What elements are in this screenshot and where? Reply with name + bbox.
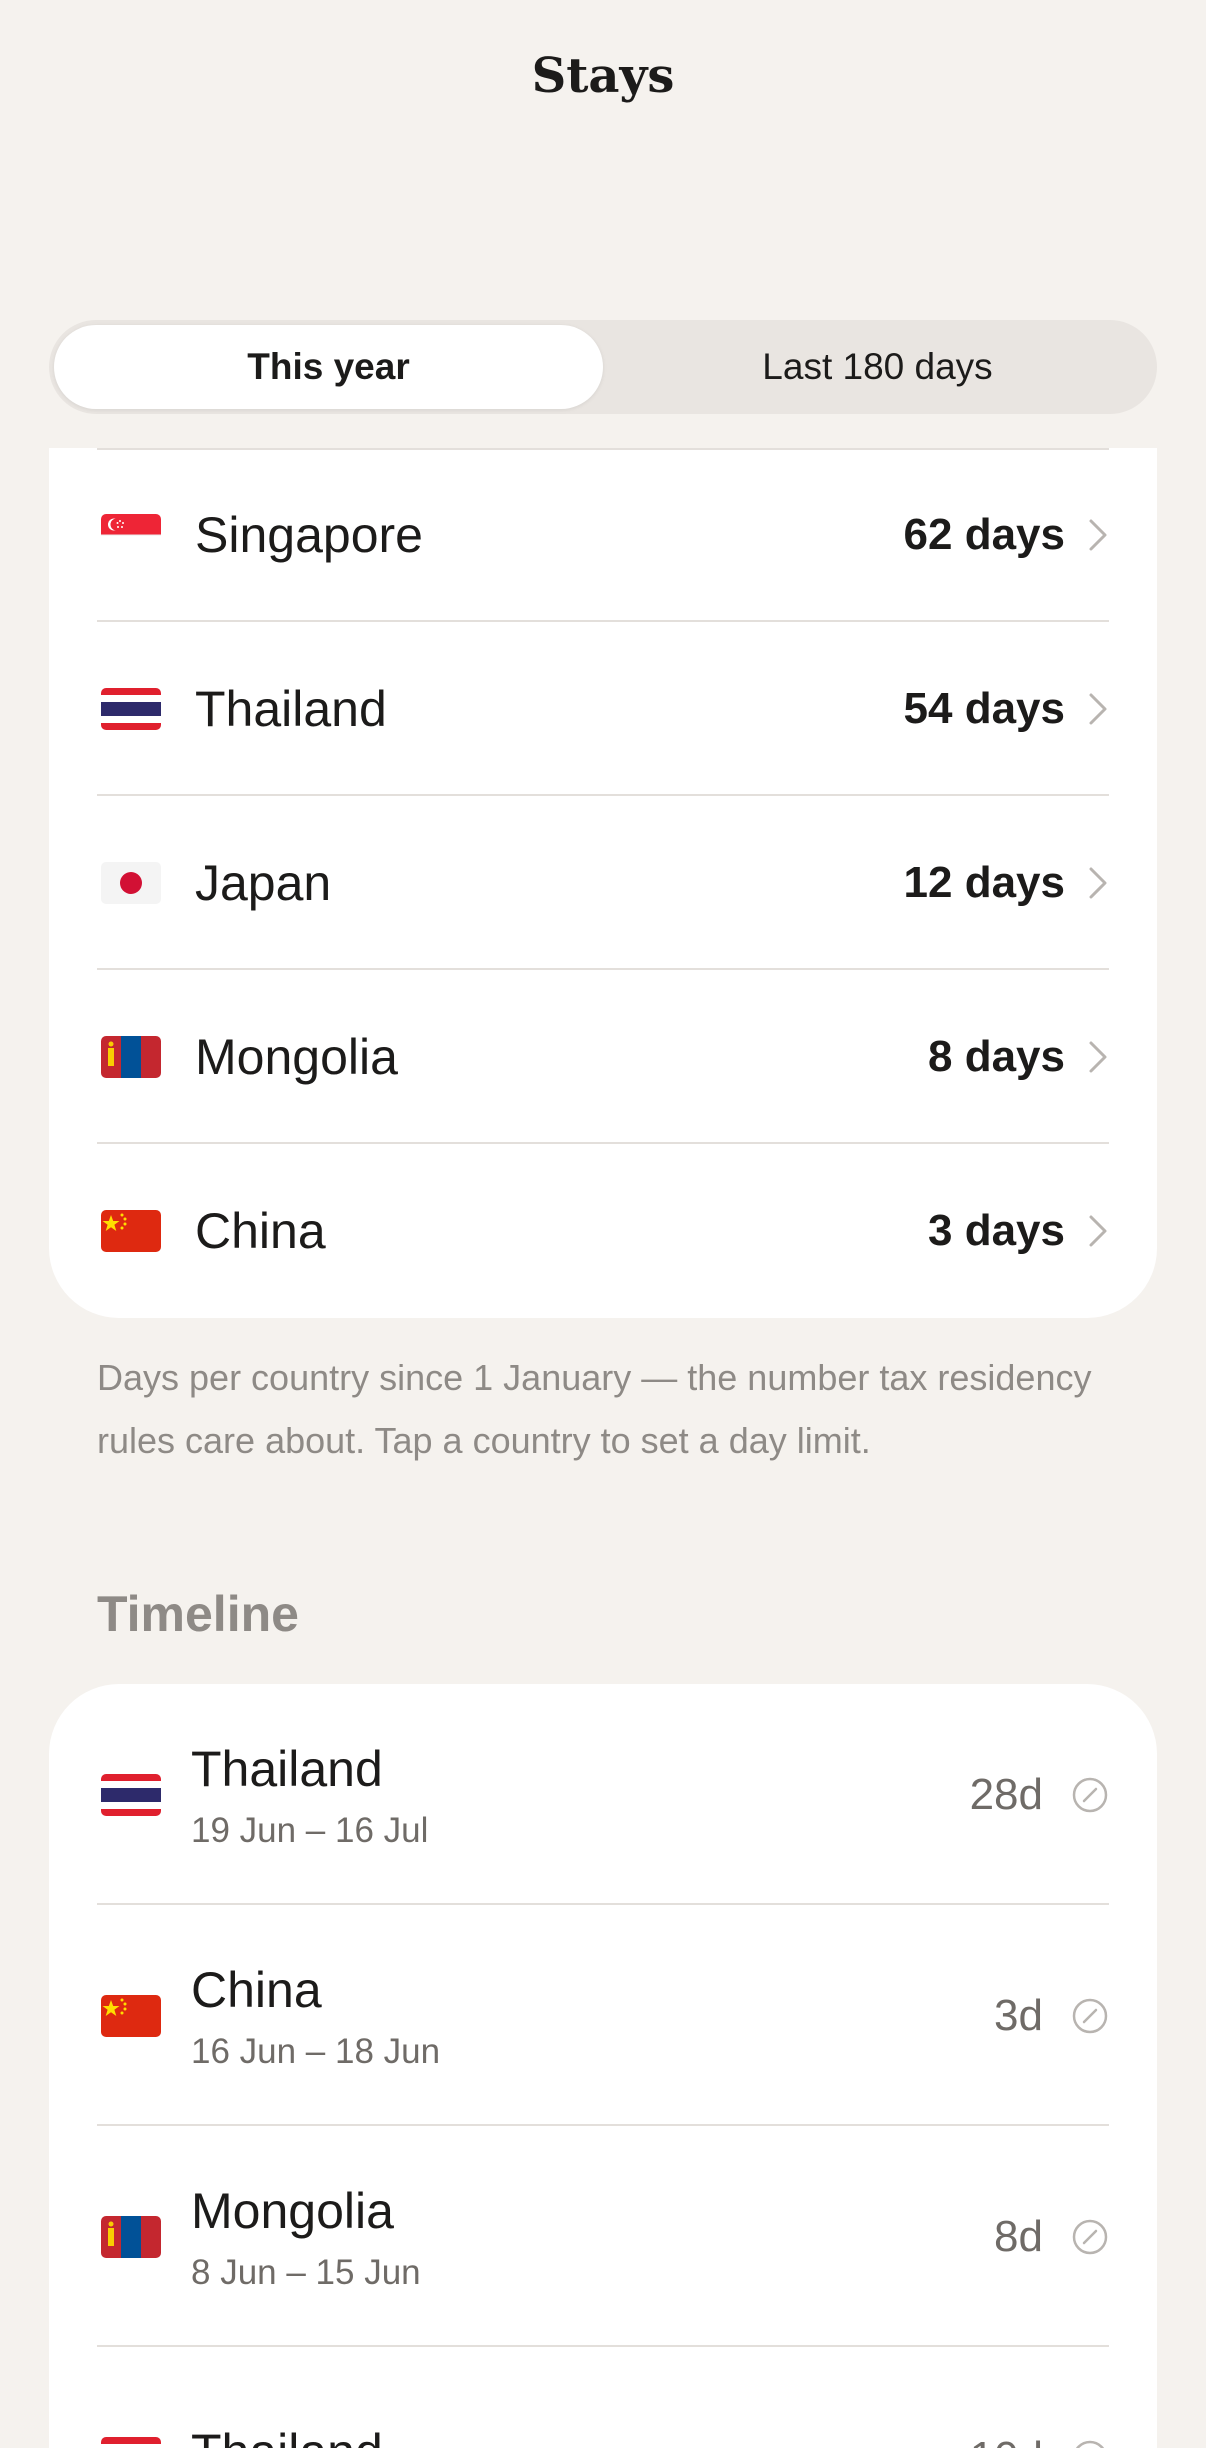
country-row-china[interactable]: China 3 days — [49, 1144, 1157, 1318]
timeline-row[interactable]: Thailand 10d — [49, 2347, 1157, 2448]
stay-country: Thailand — [191, 2422, 970, 2448]
timeline-row[interactable]: China 16 Jun – 18 Jun 3d — [49, 1905, 1157, 2126]
stay-duration: 3d — [994, 1990, 1043, 2040]
country-row-mongolia[interactable]: Mongolia 8 days — [49, 970, 1157, 1144]
stay-dates: 8 Jun – 15 Jun — [191, 2252, 421, 2292]
footnote: Days per country since 1 January — the n… — [97, 1357, 1092, 1461]
stays-screen: Stays This year Last 180 days Singapore … — [0, 0, 1206, 2448]
chevron-right-icon — [1087, 517, 1109, 553]
days-count: 3 days — [928, 1206, 1065, 1255]
mongolia-flag-icon — [101, 1036, 161, 1078]
days-count: 54 days — [903, 684, 1065, 733]
stay-country: Thailand — [191, 1740, 383, 1797]
stay-dates: 19 Jun – 16 Jul — [191, 1810, 429, 1850]
stay-dates: 16 Jun – 18 Jun — [191, 2031, 441, 2071]
thailand-flag-icon — [101, 2436, 161, 2448]
timeline-heading: Timeline — [97, 1586, 299, 1642]
japan-flag-icon — [101, 862, 161, 904]
timeline-card: Thailand 19 Jun – 16 Jul 28d China 16 Ju… — [49, 1684, 1157, 2448]
china-flag-icon — [101, 1994, 161, 2037]
country-name: Mongolia — [195, 1029, 398, 1085]
period-segmented-control: This year Last 180 days — [49, 320, 1157, 414]
mongolia-flag-icon — [101, 2215, 161, 2258]
exclude-icon[interactable] — [1071, 2218, 1109, 2256]
page-title: Stays — [531, 48, 675, 104]
stay-duration: 28d — [969, 1769, 1043, 1819]
china-flag-icon — [101, 1210, 161, 1252]
exclude-icon[interactable] — [1071, 1776, 1109, 1814]
timeline-row[interactable]: Mongolia 8 Jun – 15 Jun 8d — [49, 2126, 1157, 2347]
thailand-flag-icon — [101, 688, 161, 730]
stay-duration: 10d — [970, 2433, 1043, 2448]
days-count: 62 days — [903, 510, 1065, 559]
chevron-right-icon — [1087, 1213, 1109, 1249]
timeline-row[interactable]: Thailand 19 Jun – 16 Jul 28d — [49, 1684, 1157, 1905]
stay-info: China 16 Jun – 18 Jun — [191, 1960, 994, 2072]
countries-card: Singapore 62 days Thailand 54 days Japan… — [49, 448, 1157, 1318]
chevron-right-icon — [1087, 1039, 1109, 1075]
chevron-right-icon — [1087, 865, 1109, 901]
stay-info: Mongolia 8 Jun – 15 Jun — [191, 2181, 994, 2293]
chevron-right-icon — [1087, 691, 1109, 727]
thailand-flag-icon — [101, 1773, 161, 1816]
exclude-icon[interactable] — [1071, 1997, 1109, 2035]
days-count: 12 days — [903, 858, 1065, 907]
days-count: 8 days — [928, 1032, 1065, 1081]
country-name: Japan — [195, 855, 332, 911]
segment-this-year[interactable]: This year — [54, 325, 603, 409]
country-name: Thailand — [195, 681, 387, 737]
singapore-flag-icon — [101, 514, 161, 556]
stay-duration: 8d — [994, 2211, 1043, 2261]
country-row-japan[interactable]: Japan 12 days — [49, 796, 1157, 970]
country-row-thailand[interactable]: Thailand 54 days — [49, 622, 1157, 796]
country-name: Singapore — [195, 507, 423, 563]
stay-info: Thailand 19 Jun – 16 Jul — [191, 1739, 970, 1851]
country-row-singapore[interactable]: Singapore 62 days — [49, 448, 1157, 622]
stay-country: Mongolia — [191, 2182, 394, 2239]
segment-last-180-days[interactable]: Last 180 days — [603, 325, 1152, 409]
country-name: China — [195, 1203, 326, 1259]
stay-info: Thailand — [191, 2422, 970, 2448]
stay-country: China — [191, 1961, 322, 2018]
exclude-icon[interactable] — [1071, 2439, 1109, 2448]
